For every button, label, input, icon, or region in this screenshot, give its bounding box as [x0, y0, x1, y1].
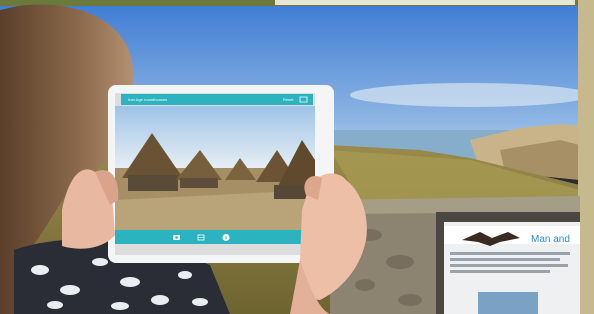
right-frame: [578, 0, 594, 314]
camera-icon[interactable]: [173, 235, 180, 240]
sign-photo: [478, 292, 538, 314]
sign-text-block: [450, 252, 570, 255]
sign-text-block: [450, 264, 568, 267]
app-bottom-bar: [115, 230, 315, 244]
sign-text-block: [450, 258, 560, 261]
top-strip-right: [275, 0, 575, 5]
sign-text-block: [450, 270, 550, 273]
scene-photo: [0, 0, 594, 314]
sign-heading: Man and: [531, 234, 570, 245]
info-icon[interactable]: [222, 234, 230, 241]
cloud: [350, 83, 590, 107]
tablet-app-reset-label[interactable]: Reset: [283, 97, 293, 102]
